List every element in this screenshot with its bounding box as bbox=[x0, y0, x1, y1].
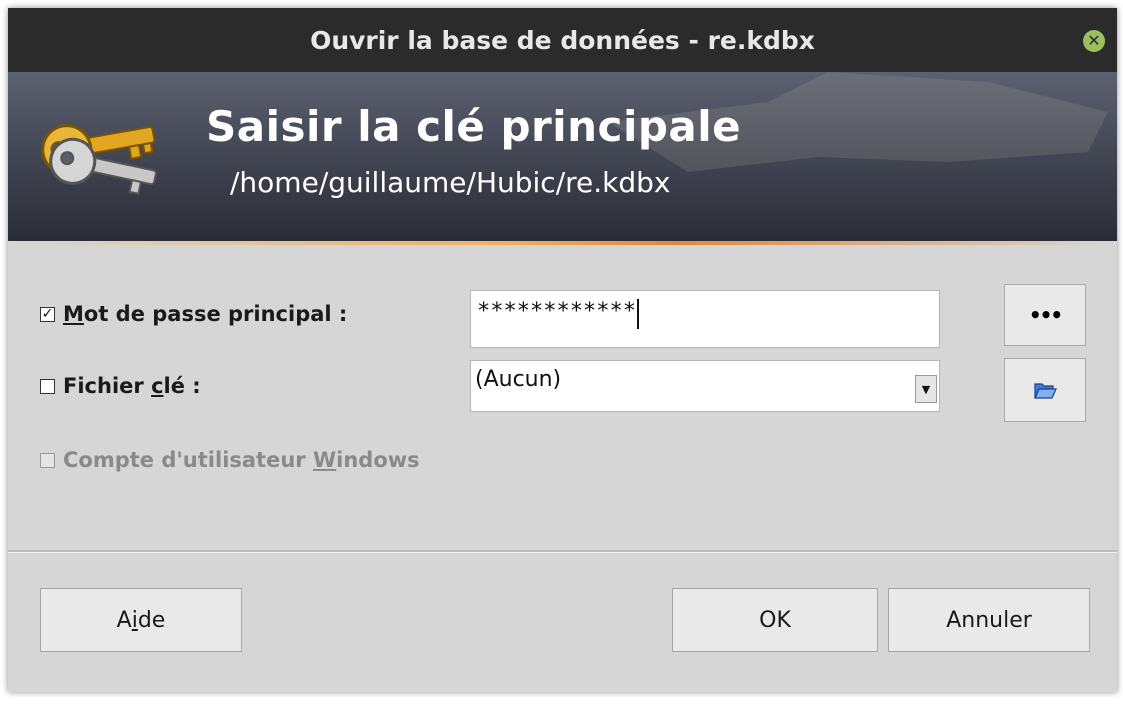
title-bar[interactable]: Ouvrir la base de données - re.kdbx ✕ bbox=[8, 8, 1117, 72]
master-password-checkbox[interactable]: ✓ bbox=[40, 306, 55, 322]
cancel-button-label: Annuler bbox=[946, 607, 1032, 633]
window-title: Ouvrir la base de données - re.kdbx bbox=[310, 25, 815, 55]
dialog-window: Ouvrir la base de données - re.kdbx ✕ Sa… bbox=[8, 8, 1117, 692]
ok-button[interactable]: OK bbox=[672, 588, 878, 652]
close-icon[interactable]: ✕ bbox=[1083, 30, 1105, 52]
master-password-value: ************ bbox=[477, 299, 636, 324]
ellipsis-icon: ••• bbox=[1028, 303, 1063, 327]
key-icon bbox=[41, 124, 157, 195]
chevron-down-icon[interactable]: ▼ bbox=[915, 375, 937, 403]
windows-account-checkbox[interactable] bbox=[40, 452, 55, 468]
button-separator bbox=[8, 550, 1117, 553]
key-file-checkbox[interactable] bbox=[40, 378, 55, 394]
folder-open-icon bbox=[1034, 383, 1057, 399]
browse-key-file-button[interactable] bbox=[1004, 358, 1086, 422]
text-caret bbox=[636, 299, 639, 329]
windows-account-option[interactable]: Compte d'utilisateur Windows bbox=[40, 448, 420, 472]
key-file-label: Fichier clé : bbox=[63, 374, 201, 398]
help-button[interactable]: Aide bbox=[40, 588, 242, 652]
master-password-option[interactable]: ✓ Mot de passe principal : bbox=[40, 302, 347, 326]
database-path: /home/guillaume/Hubic/re.kdbx bbox=[230, 166, 671, 199]
master-password-label: Mot de passe principal : bbox=[63, 302, 348, 326]
key-file-value: (Aucun) bbox=[475, 367, 562, 392]
ok-button-label: OK bbox=[759, 607, 791, 633]
reveal-password-button[interactable]: ••• bbox=[1004, 284, 1086, 346]
key-file-select[interactable]: (Aucun) ▼ bbox=[470, 360, 940, 412]
master-password-input[interactable]: ************ bbox=[470, 290, 940, 348]
banner-title: Saisir la clé principale bbox=[206, 102, 742, 151]
cancel-button[interactable]: Annuler bbox=[888, 588, 1090, 652]
banner-accent-line bbox=[8, 241, 1117, 245]
key-file-option[interactable]: Fichier clé : bbox=[40, 374, 201, 398]
header-banner: Saisir la clé principale /home/guillaume… bbox=[8, 72, 1117, 241]
help-button-label: Aide bbox=[116, 607, 166, 633]
windows-account-label: Compte d'utilisateur Windows bbox=[63, 448, 420, 472]
